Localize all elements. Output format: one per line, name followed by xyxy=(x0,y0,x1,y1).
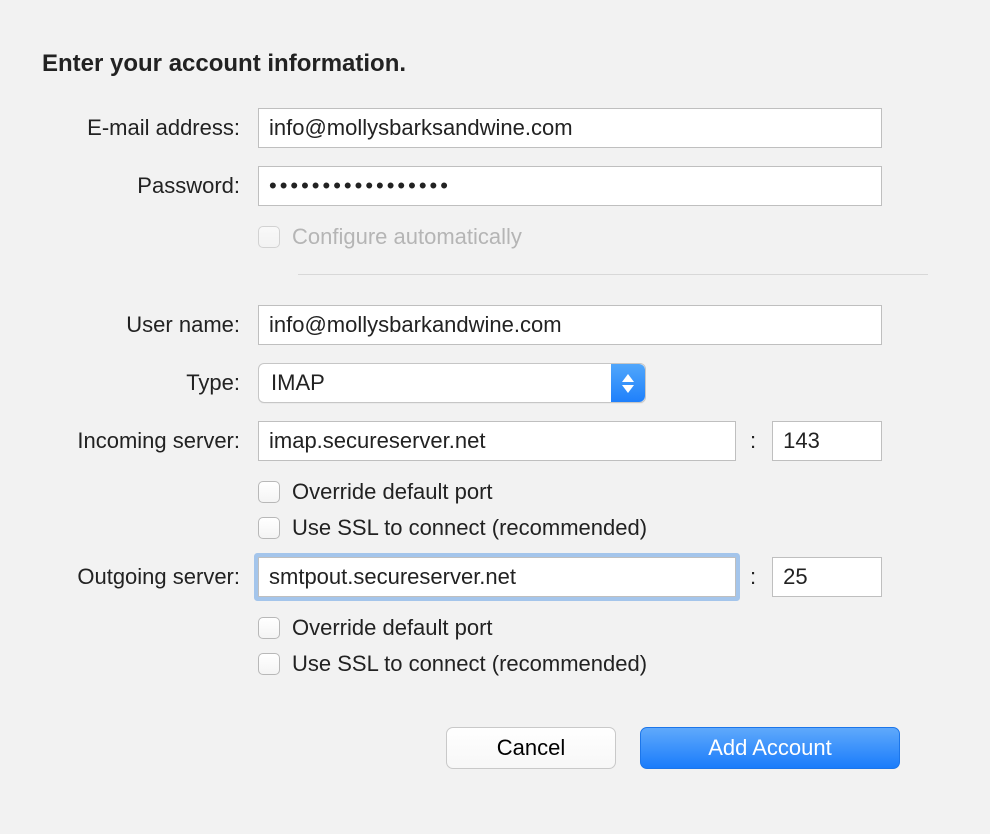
outgoing-server-field[interactable] xyxy=(258,557,736,597)
outgoing-override-port-label: Override default port xyxy=(292,615,493,641)
email-field[interactable] xyxy=(258,108,882,148)
outgoing-port-field[interactable] xyxy=(772,557,882,597)
type-label: Type: xyxy=(40,370,258,396)
outgoing-use-ssl-label: Use SSL to connect (recommended) xyxy=(292,651,647,677)
password-label: Password: xyxy=(40,173,258,199)
incoming-override-port-label: Override default port xyxy=(292,479,493,505)
incoming-label: Incoming server: xyxy=(40,428,258,454)
username-field[interactable] xyxy=(258,305,882,345)
outgoing-override-port-checkbox[interactable] xyxy=(258,617,280,639)
chevron-updown-icon xyxy=(611,364,645,402)
type-select[interactable]: IMAP xyxy=(258,363,646,403)
page-title: Enter your account information. xyxy=(42,50,950,78)
configure-auto-label: Configure automatically xyxy=(292,224,522,250)
incoming-override-port-checkbox[interactable] xyxy=(258,481,280,503)
password-field[interactable] xyxy=(258,166,882,206)
divider xyxy=(298,274,928,275)
email-label: E-mail address: xyxy=(40,115,258,141)
incoming-use-ssl-checkbox[interactable] xyxy=(258,517,280,539)
add-account-button[interactable]: Add Account xyxy=(640,727,900,769)
incoming-use-ssl-label: Use SSL to connect (recommended) xyxy=(292,515,647,541)
incoming-port-field[interactable] xyxy=(772,421,882,461)
port-separator: : xyxy=(736,564,772,590)
username-label: User name: xyxy=(40,312,258,338)
outgoing-use-ssl-checkbox[interactable] xyxy=(258,653,280,675)
type-value: IMAP xyxy=(271,370,325,396)
cancel-button[interactable]: Cancel xyxy=(446,727,616,769)
outgoing-label: Outgoing server: xyxy=(40,564,258,590)
configure-auto-checkbox xyxy=(258,226,280,248)
incoming-server-field[interactable] xyxy=(258,421,736,461)
port-separator: : xyxy=(736,428,772,454)
